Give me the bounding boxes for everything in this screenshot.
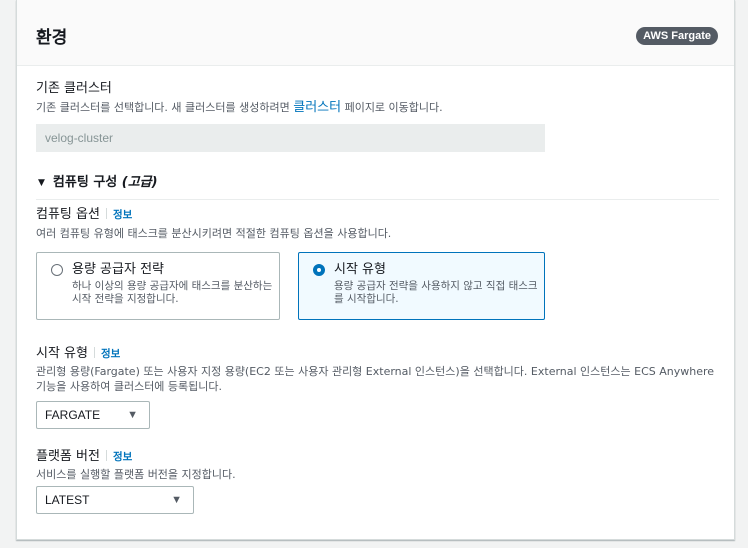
launch-type-label: 시작 유형 <box>36 346 88 361</box>
tile-title: 용량 공급자 전략 <box>72 262 164 277</box>
separator <box>105 450 107 461</box>
compute-options-info-link[interactable]: 정보 <box>113 209 132 221</box>
tile-title: 시작 유형 <box>334 262 386 277</box>
launch-type-info-link[interactable]: 정보 <box>101 348 120 360</box>
capacity-provider-radio[interactable] <box>51 264 63 276</box>
platform-version-label-row: 플랫폼 버전 정보 <box>36 449 132 465</box>
tile-description: 하나 이상의 용량 공급자에 태스크를 분산하는 시작 전략을 지정합니다. <box>72 280 273 305</box>
compute-options-label-row: 컴퓨팅 옵션 정보 <box>36 207 132 223</box>
section-divider <box>36 199 719 200</box>
launch-type-tile[interactable]: 시작 유형 용량 공급자 전략을 사용하지 않고 직접 태스크를 시작합니다. <box>298 252 545 320</box>
launch-type-select[interactable]: FARGATE ▼ <box>36 401 150 429</box>
launch-type-description: 관리형 용량(Fargate) 또는 사용자 지정 용량(EC2 또는 사용자 … <box>36 365 715 393</box>
fargate-badge: AWS Fargate <box>636 27 718 45</box>
caret-down-icon: ▼ <box>127 409 138 421</box>
caret-down-icon: ▼ <box>38 178 45 188</box>
platform-version-label: 플랫폼 버전 <box>36 449 100 464</box>
panel-title: 환경 <box>36 28 68 48</box>
compute-config-expander[interactable]: ▼ 컴퓨팅 구성 (고급) <box>38 175 158 191</box>
compute-config-heading: 컴퓨팅 구성 <box>52 175 118 190</box>
launch-type-label-row: 시작 유형 정보 <box>36 346 120 362</box>
existing-cluster-desc-text: 기존 클러스터를 선택합니다. 새 클러스터를 생성하려면 <box>36 101 294 114</box>
platform-version-select[interactable]: LATEST ▼ <box>36 486 194 514</box>
separator <box>93 347 95 358</box>
capacity-provider-strategy-tile[interactable]: 용량 공급자 전략 하나 이상의 용량 공급자에 태스크를 분산하는 시작 전략… <box>36 252 280 320</box>
launch-type-radio[interactable] <box>313 264 325 276</box>
launch-type-value: FARGATE <box>45 408 101 422</box>
panel-header: 환경 AWS Fargate <box>17 0 734 66</box>
separator <box>105 208 107 219</box>
existing-cluster-label: 기존 클러스터 <box>36 81 112 96</box>
caret-down-icon: ▼ <box>171 494 182 506</box>
platform-version-info-link[interactable]: 정보 <box>113 451 132 463</box>
compute-config-heading-suffix: (고급) <box>121 175 158 190</box>
platform-version-value: LATEST <box>45 493 90 507</box>
existing-cluster-desc-text-end: 페이지로 이동합니다. <box>341 101 443 114</box>
environment-panel: 환경 AWS Fargate 기존 클러스터 기존 클러스터를 선택합니다. 새… <box>16 0 735 540</box>
platform-version-description: 서비스를 실행할 플랫폼 버전을 지정합니다. <box>36 468 236 481</box>
tile-description: 용량 공급자 전략을 사용하지 않고 직접 태스크를 시작합니다. <box>334 280 538 305</box>
existing-cluster-description: 기존 클러스터를 선택합니다. 새 클러스터를 생성하려면 클러스터 페이지로 … <box>36 100 443 115</box>
compute-options-description: 여러 컴퓨팅 유형에 태스크를 분산시키려면 적절한 컴퓨팅 옵션을 사용합니다… <box>36 227 392 240</box>
existing-cluster-field: velog-cluster <box>36 124 545 152</box>
cluster-link[interactable]: 클러스터 <box>293 100 341 115</box>
compute-options-label: 컴퓨팅 옵션 <box>36 207 100 222</box>
